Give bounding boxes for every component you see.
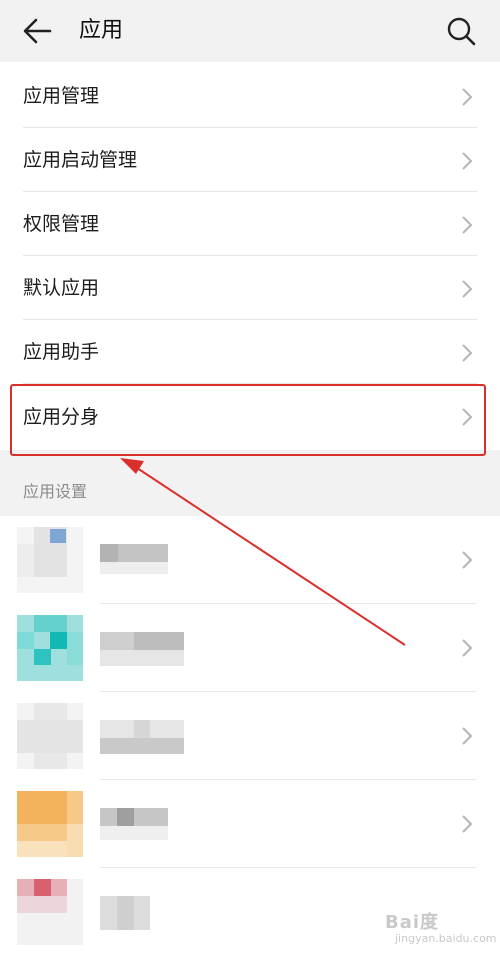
list-item[interactable] <box>0 604 500 692</box>
watermark-url: jingyan.baidu.com <box>395 932 497 945</box>
highlight-annotation-box <box>10 384 486 456</box>
list-item[interactable] <box>0 692 500 780</box>
chevron-right-icon <box>462 815 473 833</box>
menu-item-label: 应用管理 <box>23 85 100 107</box>
watermark-logo: Bai度 <box>385 912 440 933</box>
blurred-app-icon <box>17 615 83 681</box>
menu-item-label: 应用启动管理 <box>23 149 138 171</box>
section-title: 应用设置 <box>23 482 88 501</box>
menu-item-app-launch-management[interactable]: 应用启动管理 <box>0 128 500 192</box>
chevron-right-icon <box>462 216 473 234</box>
baidu-watermark: Bai度 jingyan.baidu.com <box>385 906 497 952</box>
blurred-app-icon <box>17 527 83 593</box>
menu-item-label: 默认应用 <box>23 277 100 299</box>
blurred-app-icon <box>17 791 83 857</box>
top-app-bar: 应用 <box>0 0 500 62</box>
back-button[interactable] <box>20 14 56 48</box>
menu-item-label: 应用助手 <box>23 341 100 363</box>
list-item[interactable] <box>0 780 500 868</box>
menu-item-app-assistant[interactable]: 应用助手 <box>0 320 500 384</box>
list-item[interactable] <box>0 516 500 604</box>
blurred-app-name <box>100 632 186 666</box>
search-icon <box>447 17 476 46</box>
menu-item-default-apps[interactable]: 默认应用 <box>0 256 500 320</box>
blurred-app-name <box>100 808 186 842</box>
blurred-app-name <box>100 720 186 754</box>
menu-item-label: 权限管理 <box>23 213 100 235</box>
blurred-app-icon <box>17 703 83 769</box>
blurred-app-icon <box>17 879 83 945</box>
menu-item-permission-management[interactable]: 权限管理 <box>0 192 500 256</box>
chevron-right-icon <box>462 280 473 298</box>
page-title: 应用 <box>79 18 124 43</box>
app-list <box>0 516 500 958</box>
chevron-right-icon <box>462 639 473 657</box>
search-button[interactable] <box>444 14 478 48</box>
blurred-app-name <box>100 896 186 930</box>
chevron-right-icon <box>462 551 473 569</box>
chevron-right-icon <box>462 727 473 745</box>
chevron-right-icon <box>462 152 473 170</box>
arrow-left-icon <box>23 18 52 44</box>
menu-item-app-management[interactable]: 应用管理 <box>0 64 500 128</box>
blurred-app-name <box>100 544 186 578</box>
chevron-right-icon <box>462 344 473 362</box>
chevron-right-icon <box>462 88 473 106</box>
